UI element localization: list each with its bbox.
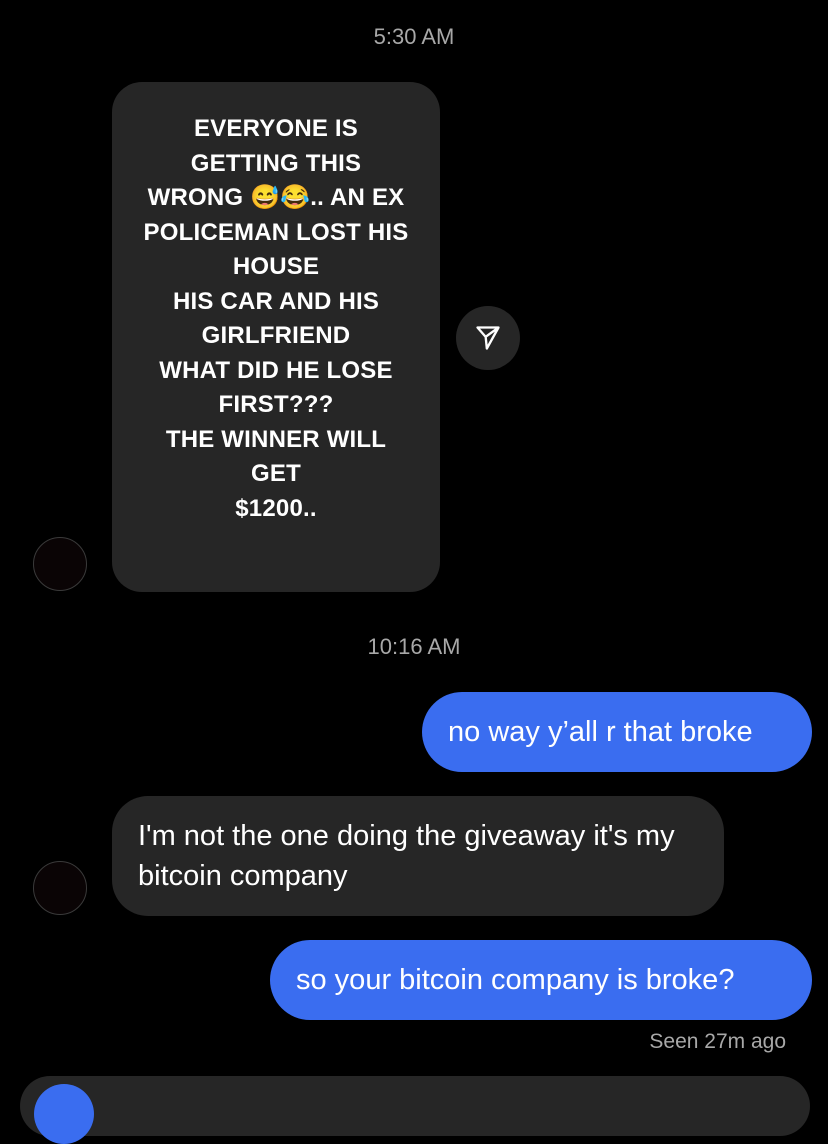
story-text-line: HOUSE [232,253,320,280]
story-text-line: WHAT DID HE LOSE [159,356,393,384]
story-text-line: THE WINNER WILL [165,425,387,453]
story-text-line: WRONG 😅😂.. AN EX [147,184,405,211]
story-text-line: GIRLFRIEND [201,322,351,349]
share-button[interactable] [456,306,520,370]
story-text-line: GET [251,460,301,487]
avatar[interactable] [33,861,87,915]
sent-message-bubble[interactable]: so your bitcoin company is broke? [270,940,812,1020]
received-message-bubble[interactable]: I'm not the one doing the giveaway it's … [112,796,724,916]
timestamp: 10:16 AM [367,634,461,659]
camera-button[interactable] [34,1084,94,1144]
shared-story-card[interactable]: EVERYONE IS GETTING THIS WRONG 😅😂.. AN E… [112,82,440,592]
story-text-line: $1200.. [235,494,317,522]
story-text-line: GETTING THIS [190,149,362,177]
seen-status: Seen 27m ago [649,1030,786,1053]
story-text-line: HIS CAR AND HIS [172,287,380,315]
message-composer[interactable] [20,1076,810,1136]
sent-message-bubble[interactable]: no way y’all r that broke [422,692,812,772]
paper-plane-icon [476,326,500,350]
avatar[interactable] [33,537,87,591]
story-text-line: EVERYONE IS [193,115,359,142]
story-text-line: FIRST??? [218,391,334,418]
story-text-line: POLICEMAN LOST HIS [143,218,409,246]
timestamp: 5:30 AM [373,24,455,49]
